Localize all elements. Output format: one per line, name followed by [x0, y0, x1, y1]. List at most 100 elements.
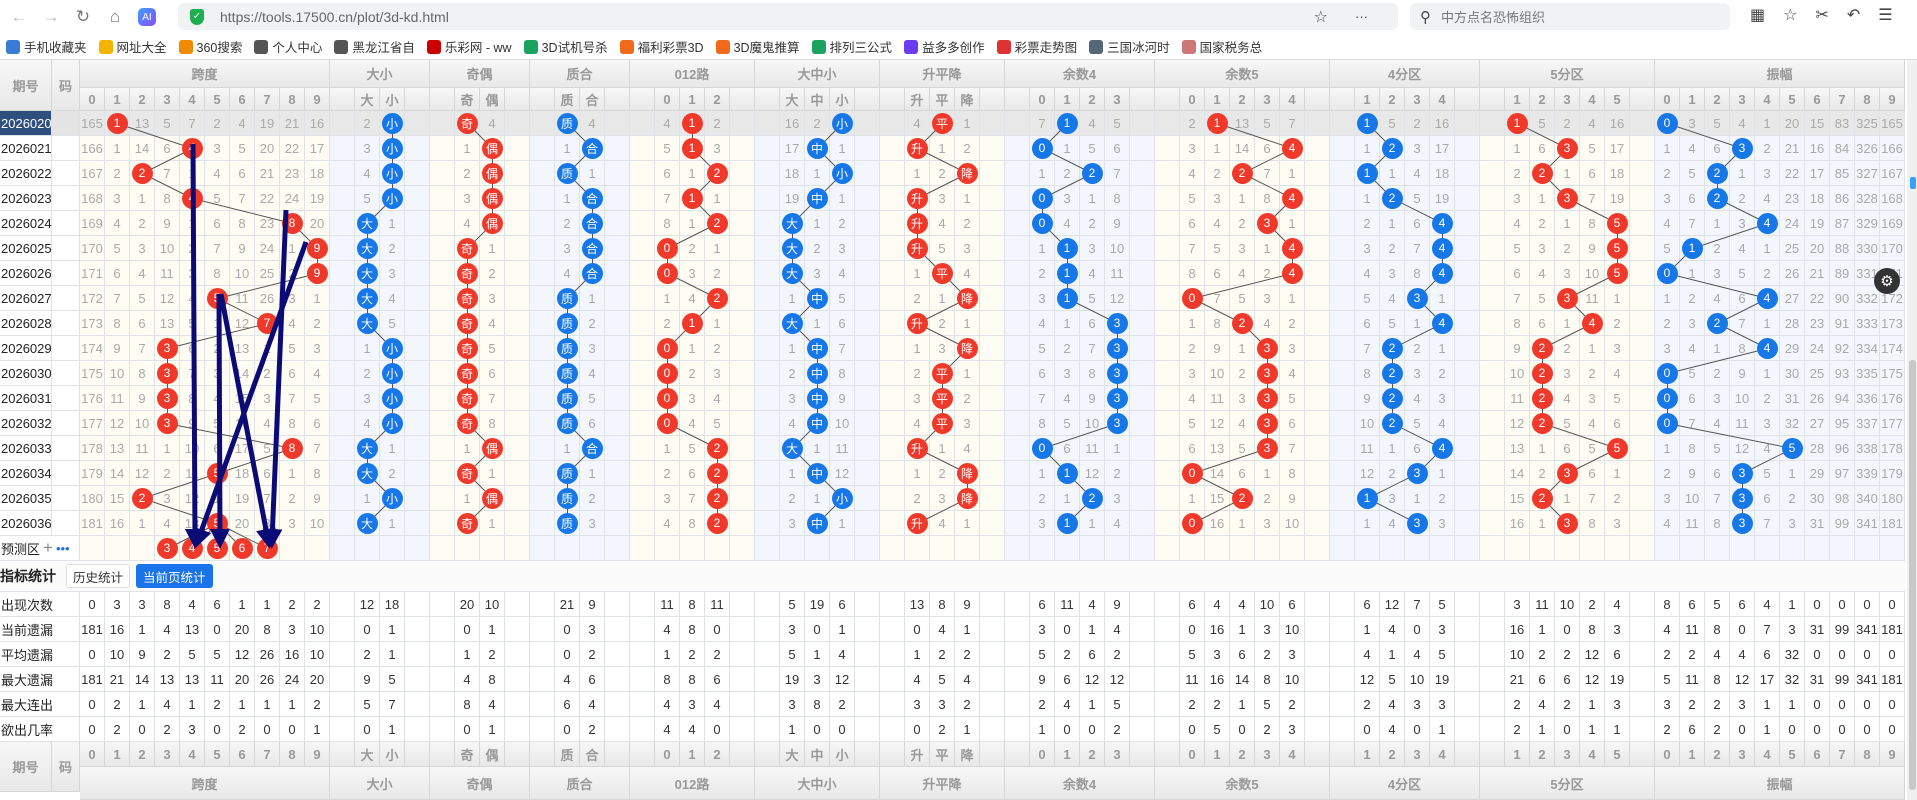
omission-cell: 2 — [180, 236, 205, 261]
column-footer: 4 — [1430, 742, 1455, 767]
stat-cell — [730, 617, 755, 642]
stat-cell: 12 — [1730, 667, 1755, 692]
omission-cell: 6 — [205, 436, 230, 461]
omission-cell: 26 — [255, 286, 280, 311]
hit-ball: 0 — [1031, 212, 1053, 234]
stat-cell: 2 — [1205, 692, 1230, 717]
stats-title: 指标统计 — [0, 568, 56, 584]
hit-cell: 小 — [380, 411, 405, 436]
hit-ball: 4 — [181, 187, 203, 209]
stat-cell — [1630, 617, 1655, 642]
tab-history-stats[interactable]: 历史统计 — [66, 564, 131, 588]
pad-cell — [855, 236, 880, 261]
omission-cell: 1 — [1180, 486, 1205, 511]
settings-gear-icon[interactable]: ⚙ — [1874, 268, 1900, 294]
omission-cell: 2 — [455, 161, 480, 186]
stat-cell: 181 — [80, 667, 105, 692]
omission-cell: 10 — [105, 361, 130, 386]
omission-cell: 1 — [455, 136, 480, 161]
pad-cell — [1630, 261, 1655, 286]
hit-ball: 升 — [906, 237, 928, 259]
omission-cell: 2 — [1530, 461, 1555, 486]
hit-ball: 3 — [1556, 462, 1578, 484]
hit-cell: 质 — [555, 411, 580, 436]
hit-cell: 2 — [1230, 311, 1255, 336]
stat-cell: 6 — [1680, 717, 1705, 742]
omission-cell: 25 — [1780, 236, 1805, 261]
hit-ball: 偶 — [481, 137, 503, 159]
pad-cell — [505, 211, 530, 236]
hit-cell: 4 — [180, 186, 205, 211]
prediction-cell — [1680, 536, 1705, 561]
pad-cell — [880, 311, 905, 336]
stat-cell: 1 — [1030, 717, 1055, 742]
omission-cell: 2 — [905, 361, 930, 386]
stat-cell: 18 — [380, 592, 405, 617]
stat-cell: 0 — [1080, 717, 1105, 742]
hit-ball: 中 — [806, 187, 828, 209]
prediction-cell[interactable]: 3 — [155, 536, 180, 561]
column-footer: 合 — [580, 742, 605, 767]
stat-cell — [730, 642, 755, 667]
stat-cell — [1130, 617, 1155, 642]
hit-cell: 5 — [205, 286, 230, 311]
pad-cell — [530, 411, 555, 436]
stat-cell: 341 — [1855, 617, 1880, 642]
stat-cell — [1455, 667, 1480, 692]
omission-cell: 175 — [1880, 361, 1905, 386]
pad-cell — [405, 111, 430, 136]
omission-cell: 334 — [1855, 336, 1880, 361]
add-prediction-button[interactable]: + — [43, 538, 53, 558]
pad-cell — [1455, 336, 1480, 361]
prediction-cell[interactable] — [80, 536, 105, 561]
prediction-cell[interactable] — [130, 536, 155, 561]
hit-ball: 偶 — [481, 437, 503, 459]
column-header — [1130, 88, 1155, 111]
stat-cell: 2 — [1255, 642, 1280, 667]
hit-cell: 3 — [1255, 386, 1280, 411]
prediction-cell[interactable]: 5 — [205, 536, 230, 561]
stat-cell — [605, 667, 630, 692]
omission-cell: 4 — [1180, 386, 1205, 411]
omission-cell: 2 — [1655, 311, 1680, 336]
omission-cell: 3 — [1080, 236, 1105, 261]
column-footer: 3 — [1405, 742, 1430, 767]
scrollbar-thumb[interactable] — [1909, 360, 1916, 790]
pad-cell — [755, 461, 780, 486]
stat-cell: 0 — [905, 617, 930, 642]
period-cell: 2026023 — [0, 186, 52, 211]
stat-cell: 1 — [305, 717, 330, 742]
hit-cell: 大 — [355, 311, 380, 336]
pad-cell — [1130, 386, 1155, 411]
prediction-cell[interactable] — [305, 536, 330, 561]
pad-cell — [1330, 311, 1355, 336]
hit-cell: 1 — [1055, 261, 1080, 286]
tab-current-page-stats[interactable]: 当前页统计 — [136, 564, 213, 588]
column-header: 9 — [1880, 88, 1905, 111]
prediction-cell — [630, 536, 655, 561]
pad-cell — [1155, 511, 1180, 536]
hit-cell: 3 — [1255, 211, 1280, 236]
stat-cell: 13 — [155, 667, 180, 692]
hit-cell: 1 — [1055, 511, 1080, 536]
omission-cell: 5 — [1230, 436, 1255, 461]
stat-cell — [505, 617, 530, 642]
pad-cell — [1480, 211, 1505, 236]
pad-cell — [1455, 111, 1480, 136]
section-header-4: 012路 — [630, 60, 755, 88]
prediction-cell[interactable]: 6 — [230, 536, 255, 561]
prediction-cell[interactable] — [105, 536, 130, 561]
more-options-button[interactable]: ••• — [56, 541, 70, 556]
stat-cell — [630, 642, 655, 667]
hit-ball: 4 — [1431, 237, 1453, 259]
prediction-cell[interactable] — [280, 536, 305, 561]
omission-cell: 13 — [1505, 436, 1530, 461]
prediction-cell[interactable]: 7 — [255, 536, 280, 561]
hit-cell: 小 — [380, 111, 405, 136]
omission-cell: 1 — [580, 461, 605, 486]
pad-cell — [1330, 261, 1355, 286]
omission-cell: 1 — [1530, 436, 1555, 461]
hit-cell: 3 — [155, 411, 180, 436]
stat-cell: 0 — [1805, 717, 1830, 742]
prediction-cell[interactable]: 4 — [180, 536, 205, 561]
